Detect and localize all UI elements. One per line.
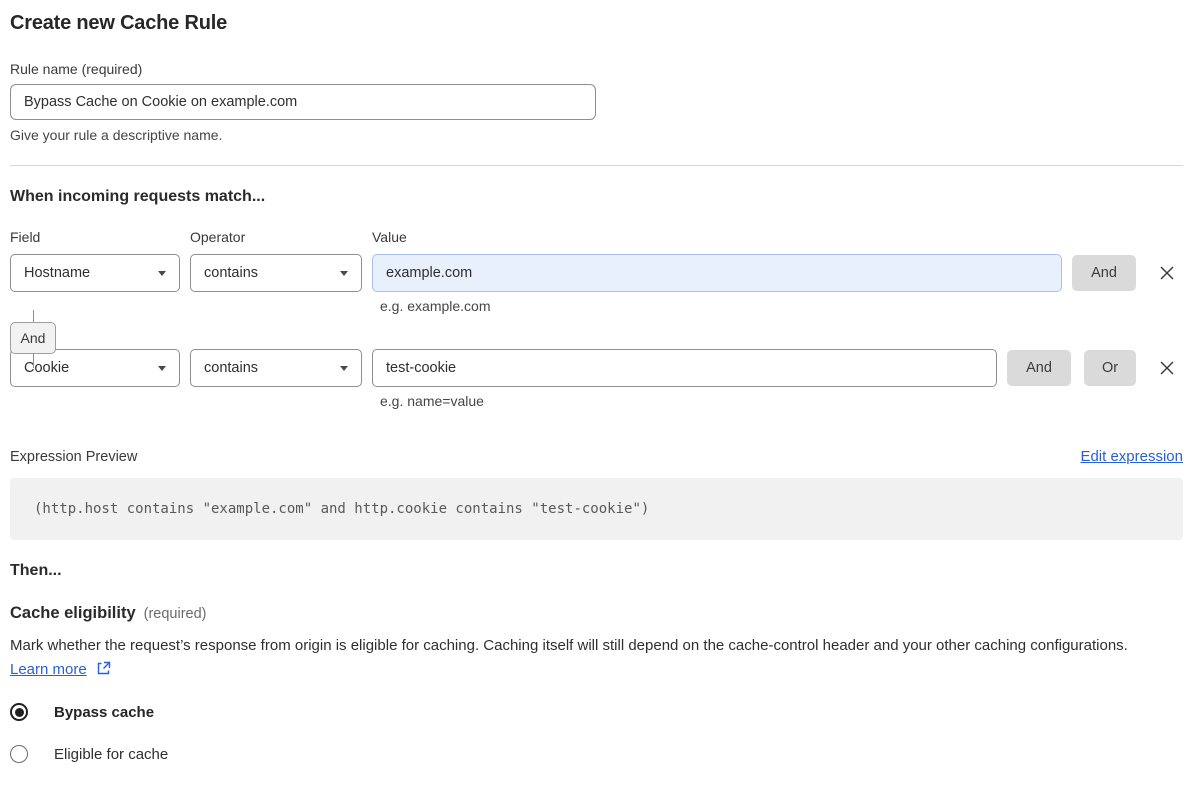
chevron-down-icon	[158, 270, 166, 276]
close-icon	[1160, 266, 1174, 280]
radio-button-icon	[10, 703, 28, 721]
radio-selected-dot	[14, 707, 24, 717]
rule-name-label: Rule name (required)	[10, 61, 143, 77]
value-helper-text: e.g. example.com	[380, 298, 491, 314]
cache-eligibility-title: Cache eligibility	[10, 604, 136, 622]
remove-condition-button[interactable]	[1156, 357, 1178, 379]
radio-button-icon	[10, 745, 28, 763]
cache-eligibility-header: Cache eligibility (required)	[10, 604, 1183, 623]
page-title: Create new Cache Rule	[10, 12, 227, 34]
condition-row: Cookie contains And Or	[10, 349, 1183, 387]
condition-row: Hostname contains And	[10, 254, 1183, 292]
expression-preview-header: Expression Preview Edit expression	[10, 448, 1183, 465]
operator-select[interactable]: contains	[190, 254, 362, 292]
required-note: (required)	[143, 606, 207, 622]
radio-label: Bypass cache	[54, 703, 155, 721]
field-select-value: Hostname	[24, 265, 91, 281]
builder-column-labels: Field Operator Value	[10, 229, 1183, 245]
operator-select-value: contains	[204, 265, 259, 281]
learn-more-link[interactable]: Learn more	[10, 661, 87, 678]
then-heading: Then...	[10, 562, 62, 579]
connector-and-chip[interactable]: And	[10, 322, 56, 354]
close-icon	[1160, 361, 1174, 375]
connector-line	[33, 354, 34, 368]
expression-preview-label: Expression Preview	[10, 449, 138, 465]
value-column-label: Value	[372, 229, 407, 245]
expression-preview-code: (http.host contains "example.com" and ht…	[10, 478, 1183, 540]
operator-select[interactable]: contains	[190, 349, 362, 387]
field-column-label: Field	[10, 229, 41, 245]
add-and-condition-button[interactable]: And	[1072, 255, 1136, 291]
operator-column-label: Operator	[190, 229, 246, 245]
section-divider	[10, 165, 1183, 166]
value-input[interactable]	[372, 349, 997, 387]
radio-option-bypass-cache[interactable]: Bypass cache	[10, 703, 1183, 721]
radio-option-eligible-for-cache[interactable]: Eligible for cache	[10, 745, 1183, 763]
condition-builder: Field Operator Value Hostname contains A…	[10, 229, 1183, 409]
remove-condition-button[interactable]	[1156, 262, 1178, 284]
value-input[interactable]	[372, 254, 1062, 292]
rule-name-input[interactable]	[10, 84, 596, 120]
expression-text: (http.host contains "example.com" and ht…	[34, 501, 650, 517]
match-heading: When incoming requests match...	[10, 188, 266, 205]
value-helper-text: e.g. name=value	[380, 393, 484, 409]
external-link-icon	[97, 661, 111, 675]
chevron-down-icon	[158, 365, 166, 371]
row-connector: And	[10, 310, 70, 368]
edit-expression-link[interactable]: Edit expression	[1080, 448, 1183, 465]
connector-line	[33, 310, 34, 322]
description-text: Mark whether the request’s response from…	[10, 637, 1128, 654]
add-and-condition-button[interactable]: And	[1007, 350, 1071, 386]
chevron-down-icon	[340, 270, 348, 276]
add-or-condition-button[interactable]: Or	[1084, 350, 1136, 386]
operator-select-value: contains	[204, 360, 259, 376]
radio-label: Eligible for cache	[54, 745, 169, 763]
cache-eligibility-description: Mark whether the request’s response from…	[10, 634, 1170, 682]
create-cache-rule-page: Create new Cache Rule Rule name (require…	[0, 0, 1200, 763]
field-select[interactable]: Hostname	[10, 254, 180, 292]
rule-name-helper: Give your rule a descriptive name.	[10, 127, 223, 143]
chevron-down-icon	[340, 365, 348, 371]
